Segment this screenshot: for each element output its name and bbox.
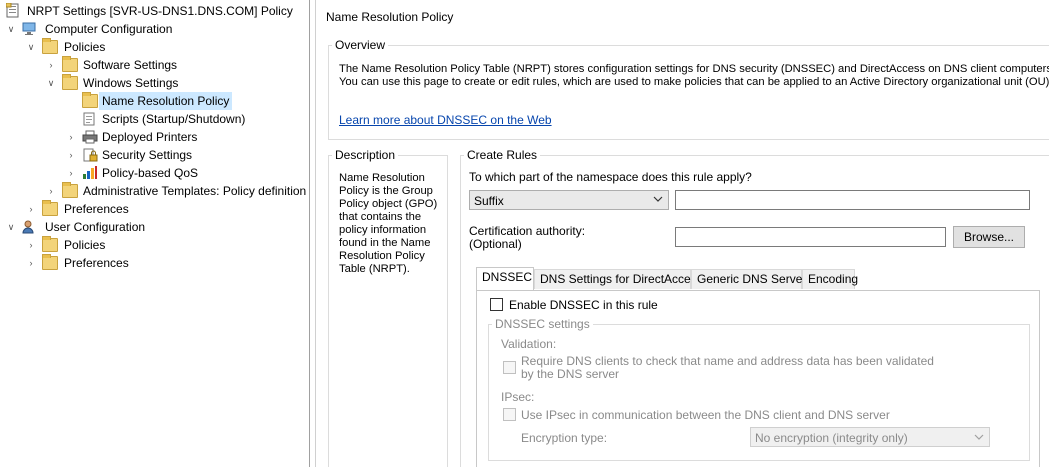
use-ipsec-label: Use IPsec in communication between the D… [521,408,890,422]
chevron-right-icon[interactable]: › [26,254,36,272]
printer-icon [82,130,98,144]
tree-label: Scripts (Startup/Shutdown) [102,112,246,126]
chevron-right-icon[interactable]: › [46,56,56,74]
chevron-right-icon[interactable]: › [66,164,76,182]
chevron-down-icon[interactable]: ∨ [6,20,16,38]
folder-icon [42,200,58,216]
chevron-down-icon[interactable]: ∨ [6,218,16,236]
tree-label: Preferences [64,202,129,216]
security-lock-icon [82,148,98,162]
require-validation-label-2: by the DNS server [521,367,620,381]
qos-chart-icon [82,166,98,180]
chevron-down-icon [974,431,984,446]
enable-dnssec-label: Enable DNSSEC in this rule [509,298,658,312]
tree-label: Administrative Templates: Policy definit… [83,184,307,198]
enable-dnssec-checkbox[interactable] [490,298,503,311]
tree-label: User Configuration [45,220,146,234]
chevron-down-icon [653,193,663,208]
chevron-down-icon[interactable]: ∨ [26,38,36,56]
tree-label: Preferences [64,256,129,270]
tab-encoding[interactable]: Encoding [802,269,858,289]
use-ipsec-checkbox[interactable] [503,408,516,421]
chevron-right-icon[interactable]: › [66,146,76,164]
overview-title: Overview [332,38,389,52]
chevron-right-icon[interactable]: › [26,200,36,218]
details-pane: Name Resolution Policy Overview The Name… [315,0,1049,467]
namespace-input[interactable] [675,190,1030,210]
chevron-right-icon[interactable]: › [26,236,36,254]
chevron-down-icon[interactable]: ∨ [46,74,56,92]
folder-icon [42,236,58,252]
policy-tree: NRPT Settings [SVR-US-DNS1.DNS.COM] Poli… [0,0,310,467]
tree-label: Software Settings [83,58,178,72]
dnssec-settings-title: DNSSEC settings [492,317,593,331]
encryption-type-dropdown[interactable]: No encryption (integrity only) [750,427,990,447]
computer-icon [22,22,38,36]
require-validation-checkbox[interactable] [503,361,516,374]
description-title: Description [332,148,399,162]
folder-icon [62,74,78,90]
tab-generic-dns-server[interactable]: Generic DNS Server [691,269,806,289]
folder-icon [62,56,78,72]
validation-label: Validation: [501,337,557,351]
chevron-right-icon[interactable]: › [46,182,56,200]
tab-dnssec[interactable]: DNSSEC [476,267,534,290]
tree-label: Deployed Printers [102,130,198,144]
tree-label: Policy-based QoS [102,166,199,180]
tree-label: Windows Settings [83,76,179,90]
overview-text-2: You can use this page to create or edit … [339,76,1049,88]
folder-icon [62,182,78,198]
encryption-type-label: Encryption type: [521,431,608,445]
namespace-dropdown-value: Suffix [474,194,504,208]
encryption-type-value: No encryption (integrity only) [755,431,908,445]
user-icon [22,220,38,234]
tree-label: Security Settings [102,148,193,162]
create-rules-title: Create Rules [464,148,541,162]
ipsec-label: IPsec: [501,390,535,404]
tree-label: Policies [64,238,106,252]
learn-more-dnssec-link[interactable]: Learn more about DNSSEC on the Web [339,113,552,127]
overview-text-1: The Name Resolution Policy Table (NRPT) … [339,63,1049,75]
cert-authority-input[interactable] [675,227,946,247]
policy-document-icon [5,2,20,18]
tab-dns-settings-directaccess[interactable]: DNS Settings for DirectAccess [534,269,703,289]
folder-icon [82,92,98,108]
tree-label: Policies [64,40,106,54]
namespace-dropdown[interactable]: Suffix [469,190,669,210]
pane-header: Name Resolution Policy [326,10,454,24]
cert-authority-optional-label: (Optional) [469,237,522,251]
description-text: Name Resolution Policy is the Group Poli… [339,172,438,275]
chevron-right-icon[interactable]: › [66,128,76,146]
tree-label: Computer Configuration [45,22,173,36]
browse-button[interactable]: Browse... [953,226,1025,248]
tree-root-label: NRPT Settings [SVR-US-DNS1.DNS.COM] Poli… [27,4,293,18]
script-icon [82,112,98,126]
namespace-question: To which part of the namespace does this… [469,170,752,184]
folder-icon [42,38,58,54]
folder-icon [42,254,58,270]
tree-label: Name Resolution Policy [99,92,233,110]
